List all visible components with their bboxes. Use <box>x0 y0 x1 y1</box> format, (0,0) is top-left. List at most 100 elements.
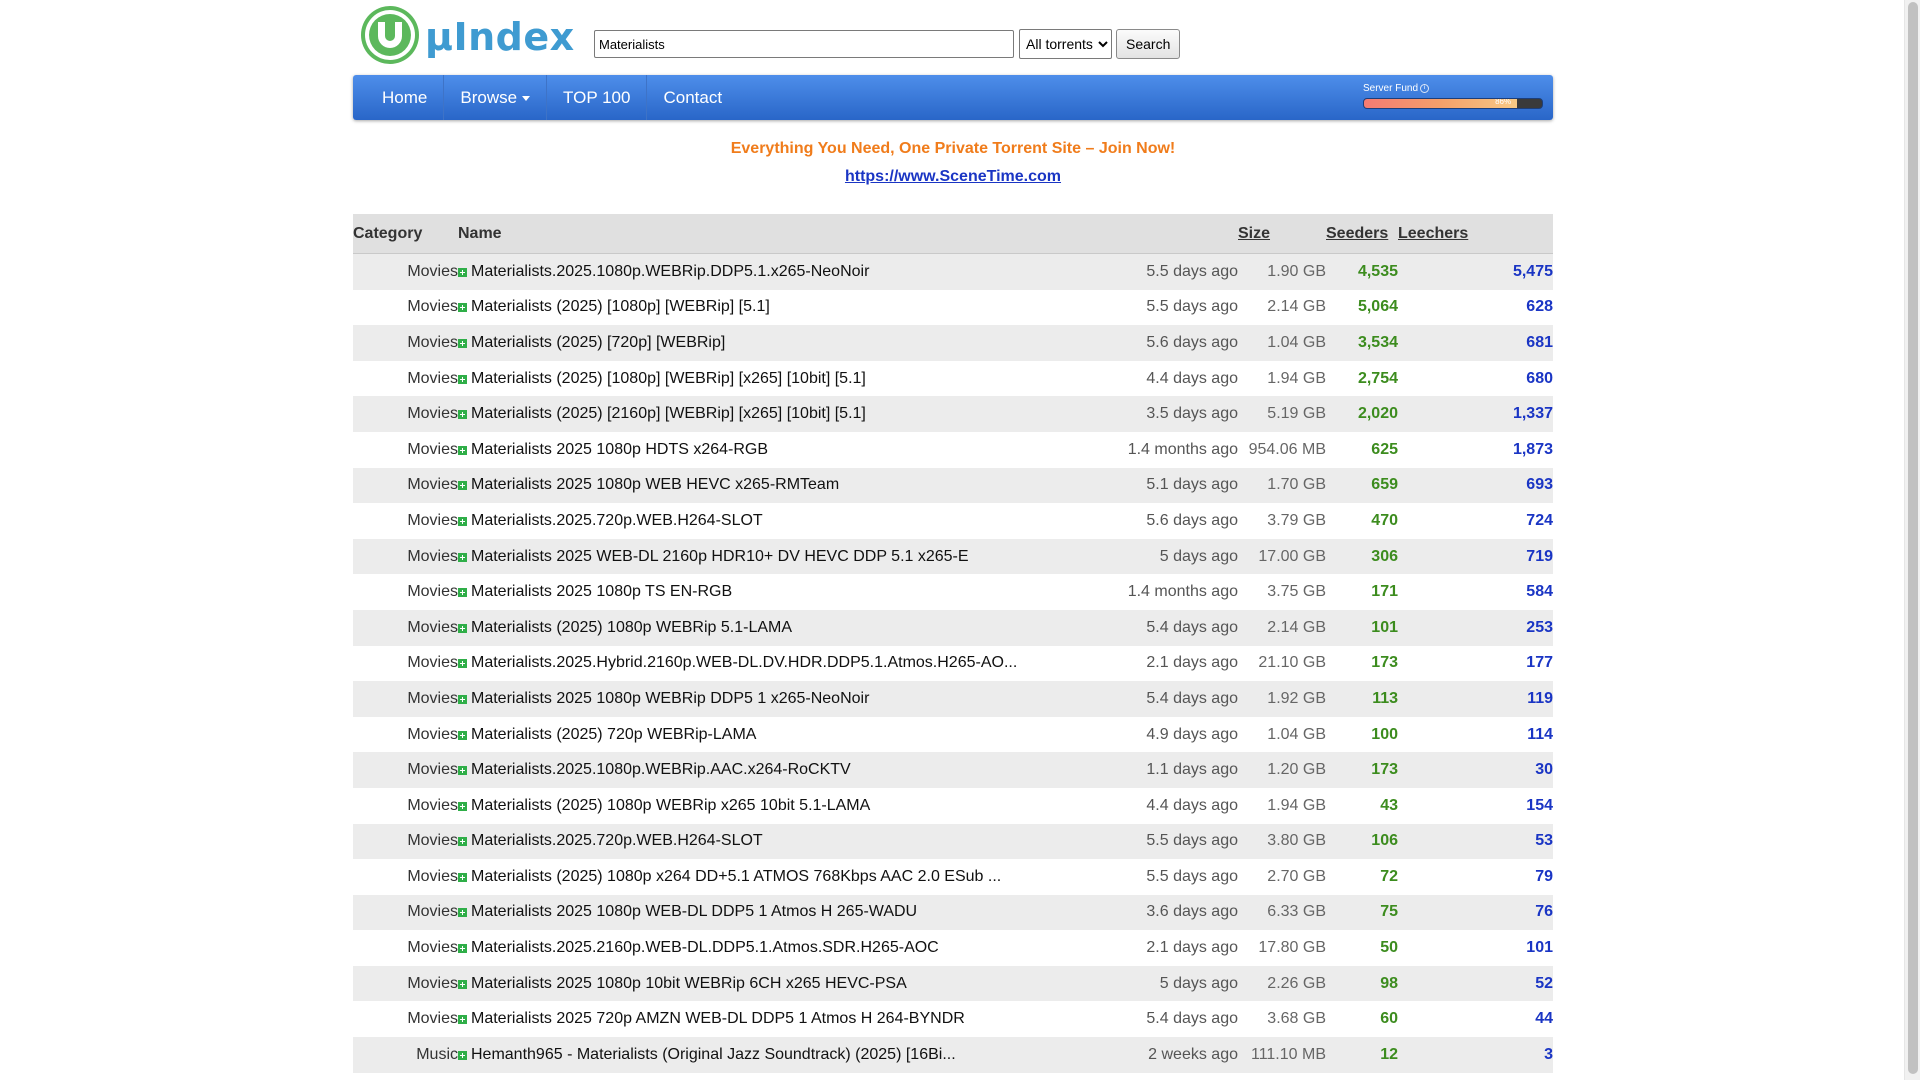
nav-browse[interactable]: Browse <box>444 75 548 120</box>
row-name[interactable]: Materialists.2025.1080p.WEBRip.AAC.x264-… <box>458 752 1108 788</box>
category-select[interactable]: All torrents <box>1019 29 1112 59</box>
row-name[interactable]: Materialists 2025 1080p HDTS x264-RGB <box>458 432 1108 468</box>
torrent-name-link[interactable]: Materialists.2025.1080p.WEBRip.DDP5.1.x2… <box>471 263 869 280</box>
row-category[interactable]: Movies <box>353 965 458 1002</box>
row-category[interactable]: Movies <box>353 646 458 682</box>
row-name[interactable]: Materialists (2025) [1080p] [WEBRip] [5.… <box>458 290 1108 326</box>
add-magnet-icon[interactable] <box>458 801 467 811</box>
torrent-name-link[interactable]: Materialists (2025) 720p WEBRip-LAMA <box>471 726 756 743</box>
torrent-name-link[interactable]: Materialists 2025 720p AMZN WEB-DL DDP5 … <box>471 1010 965 1027</box>
nav-top100[interactable]: TOP 100 <box>547 75 648 120</box>
add-magnet-icon[interactable] <box>458 552 467 562</box>
torrent-name-link[interactable]: Materialists 2025 1080p TS EN-RGB <box>471 583 732 600</box>
server-fund[interactable]: Server Fund i 86% <box>1363 83 1543 109</box>
row-name[interactable]: Materialists.2025.720p.WEB.H264-SLOT <box>458 503 1108 539</box>
torrent-name-link[interactable]: Materialists.2025.720p.WEB.H264-SLOT <box>471 832 763 849</box>
add-magnet-icon[interactable] <box>458 445 467 455</box>
nav-contact[interactable]: Contact <box>647 75 738 120</box>
row-category[interactable]: Movies <box>353 503 458 539</box>
row-name[interactable]: Materialists (2025) [720p] [WEBRip] <box>458 325 1108 361</box>
torrent-name-link[interactable]: Materialists 2025 1080p WEBRip DDP5 1 x2… <box>471 690 869 707</box>
add-magnet-icon[interactable] <box>458 979 467 989</box>
table-row[interactable]: Movies Materialists 2025 1080p WEB HEVC x… <box>353 467 1553 504</box>
table-row[interactable]: Movies Materialists.2025.Hybrid.2160p.WEB… <box>353 646 1553 682</box>
table-row[interactable]: Movies Materialists (2025) 720p WEBRip-LA… <box>353 717 1553 753</box>
row-name[interactable]: Hemanth965 - Materialists (Original Jazz… <box>458 1037 1108 1073</box>
torrent-name-link[interactable]: Materialists (2025) 1080p x264 DD+5.1 AT… <box>471 868 1001 885</box>
table-row[interactable]: Movies Materialists 2025 1080p TS EN-RGB 1… <box>353 574 1553 610</box>
row-name[interactable]: Materialists (2025) 1080p x264 DD+5.1 AT… <box>458 859 1108 895</box>
add-magnet-icon[interactable] <box>458 338 467 348</box>
nav-home[interactable]: Home <box>366 75 445 120</box>
add-magnet-icon[interactable] <box>458 1050 467 1060</box>
table-row[interactable]: Movies Materialists (2025) [1080p] [WEBRi… <box>353 361 1553 397</box>
add-magnet-icon[interactable] <box>458 623 467 633</box>
table-row[interactable]: Movies Materialists 2025 1080p HDTS x264-… <box>353 432 1553 468</box>
header-size[interactable]: Size <box>1238 214 1326 254</box>
row-name[interactable]: Materialists 2025 1080p WEB HEVC x265-RM… <box>458 467 1108 504</box>
row-category[interactable]: Movies <box>353 1001 458 1037</box>
table-row[interactable]: Movies Materialists (2025) [2160p] [WEBRi… <box>353 396 1553 432</box>
header-leechers[interactable]: Leechers <box>1398 214 1553 254</box>
row-category[interactable]: Movies <box>353 930 458 966</box>
add-magnet-icon[interactable] <box>458 730 467 740</box>
add-magnet-icon[interactable] <box>458 872 467 882</box>
row-category[interactable]: Movies <box>353 432 458 468</box>
row-name[interactable]: Materialists 2025 1080p 10bit WEBRip 6CH… <box>458 965 1108 1002</box>
table-row[interactable]: Movies Materialists 2025 720p AMZN WEB-DL… <box>353 1001 1553 1037</box>
row-category[interactable]: Movies <box>353 290 458 326</box>
header-name[interactable]: Name <box>458 214 1108 254</box>
row-category[interactable]: Movies <box>353 609 458 646</box>
table-row[interactable]: Movies Materialists.2025.1080p.WEBRip.AAC… <box>353 752 1553 788</box>
row-name[interactable]: Materialists (2025) [1080p] [WEBRip] [x2… <box>458 361 1108 397</box>
page-scrollbar[interactable] <box>1904 0 1920 1080</box>
add-magnet-icon[interactable] <box>458 303 467 313</box>
site-logo[interactable]: µIndex <box>359 4 574 66</box>
row-category[interactable]: Movies <box>353 361 458 397</box>
add-magnet-icon[interactable] <box>458 588 467 598</box>
add-magnet-icon[interactable] <box>458 410 467 420</box>
table-row[interactable]: Movies Materialists (2025) [720p] [WEBRip… <box>353 325 1553 361</box>
row-category[interactable]: Movies <box>353 538 458 575</box>
torrent-name-link[interactable]: Materialists.2025.Hybrid.2160p.WEB-DL.DV… <box>471 654 1017 671</box>
add-magnet-icon[interactable] <box>458 944 467 954</box>
add-magnet-icon[interactable] <box>458 766 467 776</box>
info-icon[interactable]: i <box>1420 83 1430 93</box>
torrent-name-link[interactable]: Materialists (2025) [720p] [WEBRip] <box>471 334 725 351</box>
scrollbar-thumb[interactable] <box>1908 2 1918 1074</box>
torrent-name-link[interactable]: Materialists 2025 1080p WEB-DL DDP5 1 At… <box>471 903 917 920</box>
torrent-name-link[interactable]: Materialists (2025) [1080p] [WEBRip] [5.… <box>471 298 770 315</box>
row-name[interactable]: Materialists 2025 1080p TS EN-RGB <box>458 574 1108 610</box>
row-category[interactable]: Movies <box>353 859 458 895</box>
row-category[interactable]: Movies <box>353 752 458 788</box>
table-row[interactable]: Movies Materialists.2025.2160p.WEB-DL.DDP… <box>353 930 1553 966</box>
add-magnet-icon[interactable] <box>458 516 467 526</box>
torrent-name-link[interactable]: Materialists (2025) 1080p WEBRip x265 10… <box>471 797 870 814</box>
table-row[interactable]: Movies Materialists (2025) 1080p x264 DD+… <box>353 859 1553 895</box>
table-row[interactable]: Movies Materialists 2025 1080p 10bit WEBR… <box>353 965 1553 1002</box>
row-name[interactable]: Materialists.2025.Hybrid.2160p.WEB-DL.DV… <box>458 646 1108 682</box>
add-magnet-icon[interactable] <box>458 908 467 918</box>
row-category[interactable]: Movies <box>353 681 458 717</box>
table-row[interactable]: Movies Materialists (2025) 1080p WEBRip 5… <box>353 609 1553 646</box>
table-row[interactable]: Movies Materialists.2025.1080p.WEBRip.DDP… <box>353 253 1553 290</box>
row-category[interactable]: Movies <box>353 823 458 860</box>
table-row[interactable]: Movies Materialists (2025) 1080p WEBRip x… <box>353 788 1553 824</box>
table-row[interactable]: Movies Materialists 2025 1080p WEB-DL DDP… <box>353 894 1553 931</box>
add-magnet-icon[interactable] <box>458 837 467 847</box>
header-category[interactable]: Category <box>353 214 458 254</box>
add-magnet-icon[interactable] <box>458 694 467 704</box>
add-magnet-icon[interactable] <box>458 659 467 669</box>
add-magnet-icon[interactable] <box>458 481 467 491</box>
table-row[interactable]: Music Hemanth965 - Materialists (Original… <box>353 1037 1553 1073</box>
row-name[interactable]: Materialists 2025 WEB-DL 2160p HDR10+ DV… <box>458 538 1108 575</box>
row-name[interactable]: Materialists 2025 720p AMZN WEB-DL DDP5 … <box>458 1001 1108 1037</box>
row-category[interactable]: Movies <box>353 788 458 824</box>
row-category[interactable]: Movies <box>353 396 458 432</box>
header-seeders[interactable]: Seeders <box>1326 214 1398 254</box>
table-row[interactable]: Movies Materialists 2025 1080p WEBRip DDP… <box>353 681 1553 717</box>
row-category[interactable]: Movies <box>353 467 458 504</box>
search-button[interactable]: Search <box>1116 29 1181 59</box>
row-name[interactable]: Materialists.2025.1080p.WEBRip.DDP5.1.x2… <box>458 253 1108 290</box>
torrent-name-link[interactable]: Materialists (2025) [1080p] [WEBRip] [x2… <box>471 370 866 387</box>
